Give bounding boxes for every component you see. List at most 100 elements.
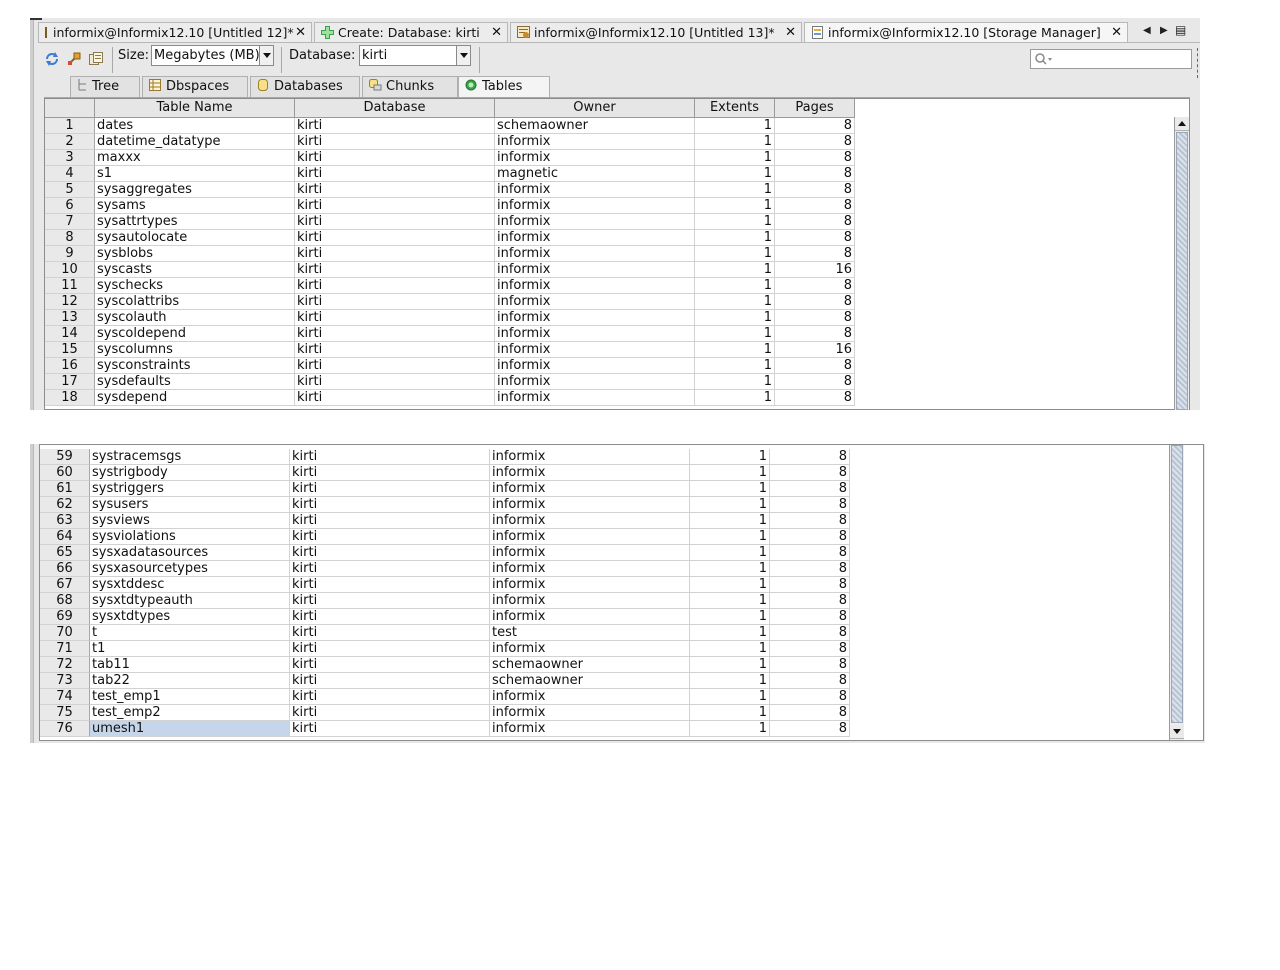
extents-cell[interactable]: 1 <box>695 182 775 198</box>
table-row[interactable]: 10 syscasts kirti informix 1 16 <box>45 262 855 278</box>
column-header-owner[interactable]: Owner <box>495 99 695 118</box>
pages-cell[interactable]: 8 <box>775 198 855 214</box>
owner-cell[interactable]: informix <box>490 481 690 497</box>
table-name-cell[interactable]: sysdepend <box>95 390 295 406</box>
table-row[interactable]: 18 sysdepend kirti informix 1 8 <box>45 390 855 406</box>
editor-tab-storage-manager[interactable]: informix@Informix12.10 [Storage Manager]… <box>804 22 1128 43</box>
database-cell[interactable]: kirti <box>295 326 495 342</box>
owner-cell[interactable]: informix <box>490 529 690 545</box>
pages-cell[interactable]: 8 <box>775 390 855 406</box>
scroll-up-icon[interactable] <box>1175 117 1189 131</box>
extents-cell[interactable]: 1 <box>695 214 775 230</box>
extents-cell[interactable]: 1 <box>695 246 775 262</box>
table-name-cell[interactable]: t1 <box>90 641 290 657</box>
database-cell[interactable]: kirti <box>290 641 490 657</box>
extents-cell[interactable]: 1 <box>690 609 770 625</box>
table-name-cell[interactable]: sysxtdtypes <box>90 609 290 625</box>
table-name-cell[interactable]: datetime_datatype <box>95 134 295 150</box>
table-row[interactable]: 68 sysxtdtypeauth kirti informix 1 8 <box>40 593 850 609</box>
pages-cell[interactable]: 16 <box>775 342 855 358</box>
table-row[interactable]: 75 test_emp2 kirti informix 1 8 <box>40 705 850 721</box>
search-icon[interactable] <box>1034 52 1054 69</box>
owner-cell[interactable]: informix <box>495 390 695 406</box>
pages-cell[interactable]: 8 <box>770 577 850 593</box>
table-name-cell[interactable]: tab11 <box>90 657 290 673</box>
table-name-cell[interactable]: syscolumns <box>95 342 295 358</box>
pages-cell[interactable]: 8 <box>770 545 850 561</box>
pages-cell[interactable]: 8 <box>775 310 855 326</box>
extents-cell[interactable]: 1 <box>690 593 770 609</box>
pages-cell[interactable]: 8 <box>775 246 855 262</box>
chevron-down-icon[interactable] <box>456 46 470 65</box>
extents-cell[interactable]: 1 <box>695 134 775 150</box>
table-name-cell[interactable]: sysviolations <box>90 529 290 545</box>
extents-cell[interactable]: 1 <box>690 705 770 721</box>
triangle-left-icon[interactable]: ◀ <box>1143 25 1151 36</box>
table-row[interactable]: 73 tab22 kirti schemaowner 1 8 <box>40 673 850 689</box>
table-name-cell[interactable]: sysxadatasources <box>90 545 290 561</box>
database-cell[interactable]: kirti <box>295 118 495 134</box>
pages-cell[interactable]: 8 <box>770 689 850 705</box>
database-cell[interactable]: kirti <box>290 689 490 705</box>
table-name-cell[interactable]: umesh1 <box>90 721 290 737</box>
table-row[interactable]: 8 sysautolocate kirti informix 1 8 <box>45 230 855 246</box>
database-cell[interactable]: kirti <box>295 134 495 150</box>
database-cell[interactable]: kirti <box>295 390 495 406</box>
pages-cell[interactable]: 8 <box>770 449 850 465</box>
database-cell[interactable]: kirti <box>290 545 490 561</box>
database-cell[interactable]: kirti <box>290 673 490 689</box>
database-cell[interactable]: kirti <box>295 214 495 230</box>
table-row[interactable]: 59 systracemsgs kirti informix 1 8 <box>40 449 850 465</box>
pages-cell[interactable]: 8 <box>775 214 855 230</box>
extents-cell[interactable]: 1 <box>690 673 770 689</box>
pages-cell[interactable]: 8 <box>770 609 850 625</box>
extents-cell[interactable]: 1 <box>695 150 775 166</box>
refresh-icon[interactable] <box>44 51 60 67</box>
extents-cell[interactable]: 1 <box>690 561 770 577</box>
database-cell[interactable]: kirti <box>295 310 495 326</box>
table-name-cell[interactable]: syschecks <box>95 278 295 294</box>
column-header-table-name[interactable]: Table Name <box>95 99 295 118</box>
extents-cell[interactable]: 1 <box>695 310 775 326</box>
tab-list-icon[interactable]: ▤ <box>1175 23 1186 37</box>
table-row[interactable]: 6 sysams kirti informix 1 8 <box>45 198 855 214</box>
database-cell[interactable]: kirti <box>290 705 490 721</box>
tab-dbspaces[interactable]: Dbspaces <box>142 76 248 98</box>
owner-cell[interactable]: informix <box>490 513 690 529</box>
database-cell[interactable]: kirti <box>290 561 490 577</box>
scrollbar-thumb[interactable] <box>1171 445 1183 723</box>
table-name-cell[interactable]: maxxx <box>95 150 295 166</box>
table-name-cell[interactable]: sysconstraints <box>95 358 295 374</box>
table-name-cell[interactable]: sysams <box>95 198 295 214</box>
table-row[interactable]: 63 sysviews kirti informix 1 8 <box>40 513 850 529</box>
database-cell[interactable]: kirti <box>290 529 490 545</box>
table-name-cell[interactable]: systracemsgs <box>90 449 290 465</box>
triangle-right-icon[interactable]: ▶ <box>1160 25 1168 36</box>
pages-cell[interactable]: 8 <box>775 326 855 342</box>
table-row[interactable]: 4 s1 kirti magnetic 1 8 <box>45 166 855 182</box>
table-name-cell[interactable]: t <box>90 625 290 641</box>
pages-cell[interactable]: 8 <box>775 118 855 134</box>
editor-tab-create-database[interactable]: Create: Database: kirti ✕ <box>314 22 508 43</box>
connect-icon[interactable] <box>66 51 82 67</box>
pages-cell[interactable]: 8 <box>770 481 850 497</box>
owner-cell[interactable]: informix <box>495 278 695 294</box>
owner-cell[interactable]: informix <box>495 294 695 310</box>
size-select[interactable]: Megabytes (MB) <box>151 45 274 66</box>
pages-cell[interactable]: 8 <box>775 278 855 294</box>
pages-cell[interactable]: 8 <box>770 497 850 513</box>
owner-cell[interactable]: informix <box>490 641 690 657</box>
extents-cell[interactable]: 1 <box>690 465 770 481</box>
table-row[interactable]: 9 sysblobs kirti informix 1 8 <box>45 246 855 262</box>
table-row[interactable]: 74 test_emp1 kirti informix 1 8 <box>40 689 850 705</box>
database-cell[interactable]: kirti <box>290 625 490 641</box>
table-name-cell[interactable]: systriggers <box>90 481 290 497</box>
table-row[interactable]: 5 sysaggregates kirti informix 1 8 <box>45 182 855 198</box>
table-row[interactable]: 12 syscolattribs kirti informix 1 8 <box>45 294 855 310</box>
table-row[interactable]: 69 sysxtdtypes kirti informix 1 8 <box>40 609 850 625</box>
table-name-cell[interactable]: sysblobs <box>95 246 295 262</box>
table-name-cell[interactable]: sysaggregates <box>95 182 295 198</box>
owner-cell[interactable]: informix <box>495 358 695 374</box>
table-name-cell[interactable]: syscolattribs <box>95 294 295 310</box>
extents-cell[interactable]: 1 <box>690 497 770 513</box>
